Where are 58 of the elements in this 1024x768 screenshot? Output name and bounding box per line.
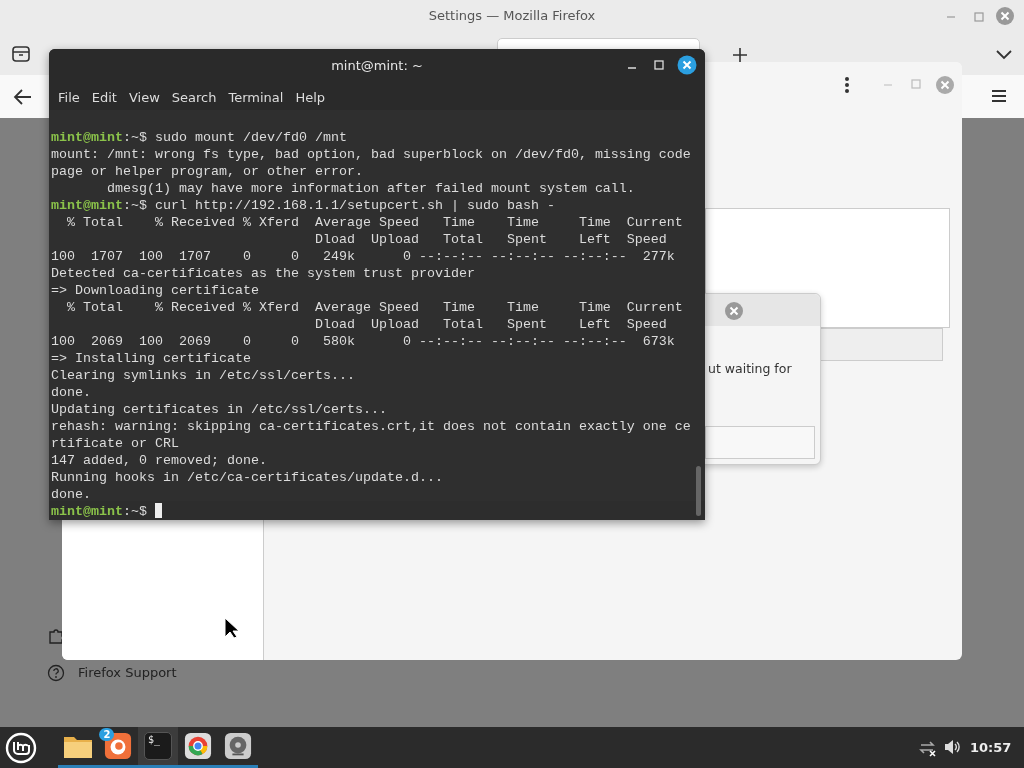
- output-line: Updating certificates in /etc/ssl/certs...: [51, 401, 387, 418]
- prompt-path: :~$: [123, 130, 147, 145]
- output-line: rehash: warning: skipping ca-certificates.crt,it does not contain exactly one ce: [51, 418, 691, 435]
- output-line: dmesg(1) may have more information after failed mount system call.: [106, 180, 635, 197]
- kebab-menu-icon[interactable]: [844, 76, 850, 94]
- output-line: rtificate or CRL: [51, 435, 179, 452]
- menu-icon[interactable]: [990, 88, 1008, 104]
- scrollbar[interactable]: [696, 466, 701, 516]
- taskbar-app[interactable]: $_: [138, 727, 178, 768]
- back-arrow-icon[interactable]: [13, 88, 33, 106]
- network-disconnected-icon[interactable]: [917, 739, 937, 757]
- close-icon[interactable]: [677, 55, 697, 75]
- output-line: Clearing symlinks in /etc/ssl/certs...: [51, 367, 355, 384]
- tray-icon[interactable]: [11, 45, 31, 63]
- output-line: done.: [51, 384, 91, 401]
- output-line: % Total % Received % Xferd Average Speed Time Time Time Current: [66, 299, 683, 316]
- menu-item[interactable]: View: [122, 89, 166, 105]
- support-link[interactable]: Firefox Support: [78, 665, 177, 680]
- output-line: => Installing certificate: [51, 350, 251, 367]
- terminal-icon: $_: [144, 732, 172, 760]
- prompt-path: :~$: [123, 198, 147, 213]
- output-line: => Downloading certificate: [51, 282, 259, 299]
- window-title: mint@mint: ~: [331, 58, 423, 73]
- volume-icon[interactable]: [943, 738, 961, 756]
- prompt-user: mint@mint: [51, 504, 123, 519]
- menu-item[interactable]: Terminal: [222, 89, 290, 105]
- mouse-pointer-icon: [224, 617, 240, 639]
- output-line: 100 1707 100 1707 0 0 249k 0 --:--:-- --:--:-- --:--:-- 277k: [51, 248, 675, 265]
- alert-message: ut waiting for: [708, 361, 792, 376]
- clock[interactable]: 10:57: [970, 740, 1012, 755]
- menu-item[interactable]: Search: [165, 89, 223, 105]
- input-field[interactable]: [705, 426, 815, 459]
- output-line: % Total % Received % Xferd Average Speed Time Time Time Current: [66, 214, 683, 231]
- output-line: Running hooks in /etc/ca-certificates/update.d...: [51, 469, 443, 486]
- output-line: 100 2069 100 2069 0 0 580k 0 --:--:-- --:--:-- --:--:-- 673k: [51, 333, 675, 350]
- notification-badge: 2: [99, 728, 115, 741]
- window-title: Settings — Mozilla Firefox: [428, 8, 596, 23]
- plus-icon[interactable]: [732, 47, 748, 63]
- prompt-user: mint@mint: [51, 198, 123, 213]
- prompt-path: :~$: [123, 504, 147, 519]
- flame-app-icon: [104, 732, 132, 760]
- menu-item[interactable]: Edit: [85, 89, 123, 105]
- mint-logo-icon[interactable]: [5, 732, 37, 764]
- menu-item[interactable]: File: [52, 89, 86, 105]
- output-line: page or helper program, or other error.: [51, 163, 363, 180]
- output-line: 147 added, 0 removed; done.: [51, 452, 267, 469]
- menu-item[interactable]: Help: [289, 89, 332, 105]
- chevron-down-icon[interactable]: [995, 48, 1013, 60]
- output-line: Detected ca-certificates as the system trust provider: [51, 265, 475, 282]
- output-line: Dload Upload Total Spent Left Speed: [313, 231, 667, 248]
- output-line: mount: /mnt: wrong fs type, bad option, bad superblock on /dev/fd0, missing code: [51, 146, 691, 163]
- command-text: sudo mount /dev/fd0 /mnt: [153, 130, 347, 145]
- output-line: Dload Upload Total Spent Left Speed: [313, 316, 667, 333]
- browser-icon: [184, 732, 212, 760]
- prompt-user: mint@mint: [51, 130, 123, 145]
- output-line: done.: [51, 486, 91, 503]
- command-text: curl http://192.168.1.1/setupcert.sh | sudo bash -: [153, 198, 555, 213]
- help-icon[interactable]: [47, 664, 65, 682]
